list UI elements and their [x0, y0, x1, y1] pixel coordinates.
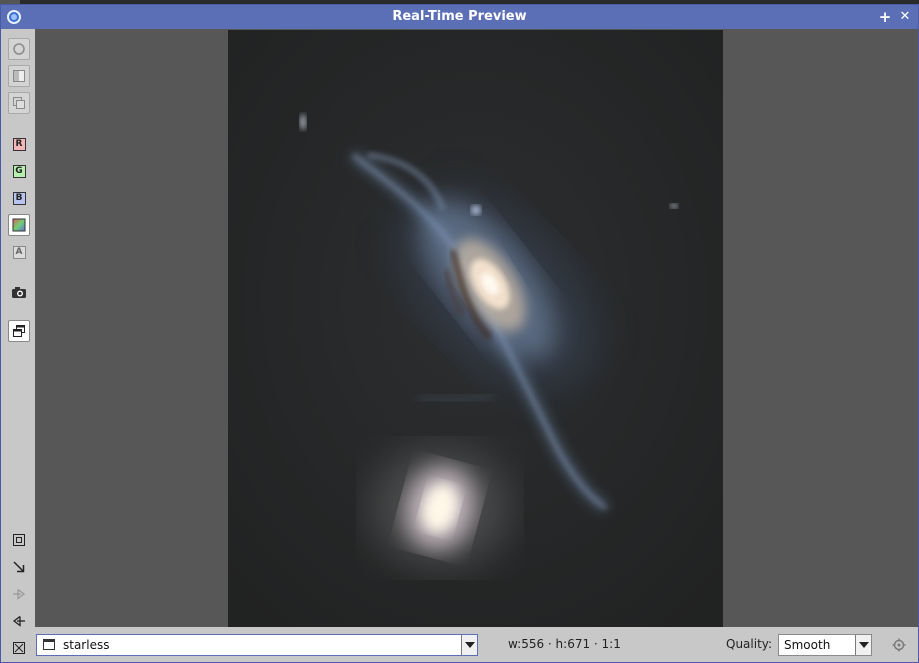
image-window-icon	[43, 639, 55, 650]
gear-icon[interactable]	[889, 635, 909, 655]
camera-icon[interactable]	[8, 281, 30, 303]
channel-r-label: R	[12, 137, 26, 151]
galaxy-image	[228, 30, 723, 627]
fit-view-icon[interactable]	[8, 529, 30, 551]
view-selector[interactable]: starless	[36, 634, 478, 656]
view-selector-value: starless	[63, 638, 110, 652]
close-icon[interactable]: ✕	[897, 8, 913, 26]
channel-g-button[interactable]: G	[8, 160, 30, 182]
channel-b-label: B	[12, 191, 26, 205]
quality-select[interactable]: Smooth	[778, 634, 872, 656]
pin-icon[interactable]: +	[877, 8, 893, 26]
image-dimensions: w:556 · h:671 · 1:1	[508, 637, 621, 651]
title-bar[interactable]: Real-Time Preview + ✕	[1, 5, 918, 29]
bottom-bar: starless w:556 · h:671 · 1:1 Quality: Sm…	[34, 627, 918, 662]
alpha-channel-button[interactable]: A	[8, 241, 30, 263]
overlay-compare-icon[interactable]	[8, 92, 30, 114]
chevron-down-icon[interactable]	[855, 635, 871, 655]
circle-tool-icon[interactable]	[8, 38, 30, 60]
full-screen-icon[interactable]	[8, 637, 30, 659]
quality-select-value: Smooth	[784, 638, 831, 652]
back-arrow-icon[interactable]	[8, 610, 30, 632]
channel-g-label: G	[12, 164, 26, 178]
window-title: Real-Time Preview	[392, 9, 527, 24]
preview-image[interactable]	[228, 30, 723, 627]
rgb-composite-icon	[12, 218, 26, 232]
zoom-to-fit-arrow-icon[interactable]	[8, 556, 30, 578]
forward-arrow-icon[interactable]	[8, 583, 30, 605]
left-toolbar: R G B A	[2, 29, 34, 662]
new-window-icon[interactable]	[8, 320, 30, 342]
quality-label: Quality:	[726, 637, 773, 651]
split-view-icon[interactable]	[8, 65, 30, 87]
real-time-preview-window: Real-Time Preview + ✕ R G B A starless w…	[0, 4, 919, 663]
chevron-down-icon[interactable]	[461, 635, 477, 655]
channel-r-button[interactable]: R	[8, 133, 30, 155]
rgb-composite-button[interactable]	[8, 214, 30, 236]
preview-viewport[interactable]	[35, 29, 918, 627]
channel-b-button[interactable]: B	[8, 187, 30, 209]
alpha-channel-label: A	[12, 245, 26, 259]
